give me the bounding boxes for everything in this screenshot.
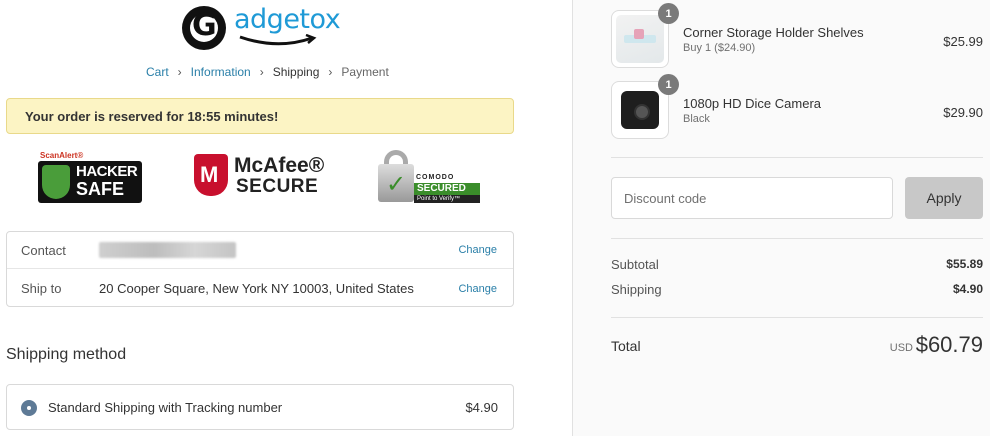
subtotal-label: Subtotal <box>611 257 659 272</box>
quantity-badge: 1 <box>658 3 679 24</box>
hacker-safe-badge: ScanAlert® HACKER SAFE <box>38 151 144 203</box>
discount-code-input[interactable] <box>611 177 893 219</box>
reservation-text: Your order is reserved for 18:55 minutes… <box>25 108 279 124</box>
product-title: Corner Storage Holder Shelves <box>683 25 864 40</box>
product-variant: Black <box>683 113 710 125</box>
logo-smile-icon <box>239 34 317 46</box>
breadcrumb: Cart › Information › Shipping › Payment <box>146 64 389 80</box>
product-title: 1080p HD Dice Camera <box>683 96 822 111</box>
redacted-contact-value <box>99 242 236 258</box>
subtotal-value: $55.89 <box>946 257 983 271</box>
shield-icon <box>42 165 70 199</box>
quantity-badge: 1 <box>658 74 679 95</box>
checkmark-icon: ✓ <box>386 171 407 198</box>
mcafee-shield-icon: M <box>194 154 228 196</box>
chevron-right-icon: › <box>328 65 333 79</box>
ship-to-value: 20 Cooper Square, New York NY 10003, Uni… <box>99 281 414 296</box>
comodo-line3: Point to Verify™ <box>414 195 480 203</box>
product-variant: Buy 1 ($24.90) <box>683 42 756 54</box>
chevron-right-icon: › <box>177 65 182 79</box>
ship-to-label: Ship to <box>21 281 62 296</box>
shelf-product-image <box>616 15 664 63</box>
total-label: Total <box>611 338 641 354</box>
comodo-secured-badge: ✓ COMODO SECURED Point to Verify™ <box>378 150 482 204</box>
logo-letter: G <box>192 8 217 43</box>
shipping-label: Shipping <box>611 282 662 297</box>
divider <box>611 238 983 239</box>
total-row: Total USD $60.79 <box>611 332 983 362</box>
review-block: Contact Change Ship to 20 Cooper Square,… <box>6 231 514 307</box>
breadcrumb-shipping: Shipping <box>272 65 320 79</box>
divider <box>611 317 983 318</box>
divider <box>611 157 983 158</box>
mcafee-line2: SECURE <box>236 176 319 197</box>
apply-discount-button[interactable]: Apply <box>905 177 983 219</box>
mcafee-line1: McAfee® <box>234 154 325 177</box>
ship-to-row: Ship to 20 Cooper Square, New York NY 10… <box>7 270 513 307</box>
mcafee-secure-badge: M McAfee® SECURE <box>194 154 324 198</box>
product-thumbnail: 1 <box>611 3 679 68</box>
shipping-option-price: $4.90 <box>465 399 498 415</box>
change-ship-to-link[interactable]: Change <box>458 283 497 295</box>
trust-badges: ScanAlert® HACKER SAFE M McAfee® SECURE … <box>6 146 514 208</box>
shipping-method-title: Shipping method <box>6 346 127 363</box>
hacker-safe-top: ScanAlert® <box>40 151 84 160</box>
product-price: $29.90 <box>943 105 983 120</box>
product-price: $25.99 <box>943 34 983 49</box>
shipping-value: $4.90 <box>952 282 983 296</box>
order-summary: 1 Corner Storage Holder Shelves Buy 1 ($… <box>572 0 990 436</box>
change-contact-link[interactable]: Change <box>458 244 497 256</box>
radio-selected-icon[interactable] <box>21 400 37 416</box>
chevron-right-icon: › <box>259 65 264 79</box>
camera-product-image <box>621 91 659 129</box>
contact-label: Contact <box>21 242 66 258</box>
comodo-line2: SECURED <box>414 183 480 195</box>
shipping-option[interactable]: Standard Shipping with Tracking number $… <box>6 384 514 430</box>
logo-text: adgetox <box>234 4 341 35</box>
checkout-main: G adgetox Cart › Information › Shipping … <box>0 0 572 436</box>
shipping-row: Shipping $4.90 <box>611 282 983 300</box>
contact-row: Contact Change <box>7 232 513 269</box>
store-logo[interactable]: G adgetox <box>180 4 345 52</box>
shipping-option-name: Standard Shipping with Tracking number <box>48 399 283 415</box>
breadcrumb-payment: Payment <box>341 65 389 79</box>
reservation-notice: Your order is reserved for 18:55 minutes… <box>6 98 514 134</box>
line-item: 1 1080p HD Dice Camera Black $29.90 <box>611 74 983 139</box>
hacker-safe-line1: HACKER <box>76 163 138 180</box>
hacker-safe-line2: SAFE <box>76 179 125 199</box>
breadcrumb-information[interactable]: Information <box>191 65 251 79</box>
line-item: 1 Corner Storage Holder Shelves Buy 1 ($… <box>611 3 983 68</box>
breadcrumb-cart[interactable]: Cart <box>146 65 169 79</box>
subtotal-row: Subtotal $55.89 <box>611 257 983 275</box>
currency-code: USD <box>889 342 913 354</box>
product-thumbnail: 1 <box>611 74 679 139</box>
total-value: $60.79 <box>915 332 983 357</box>
